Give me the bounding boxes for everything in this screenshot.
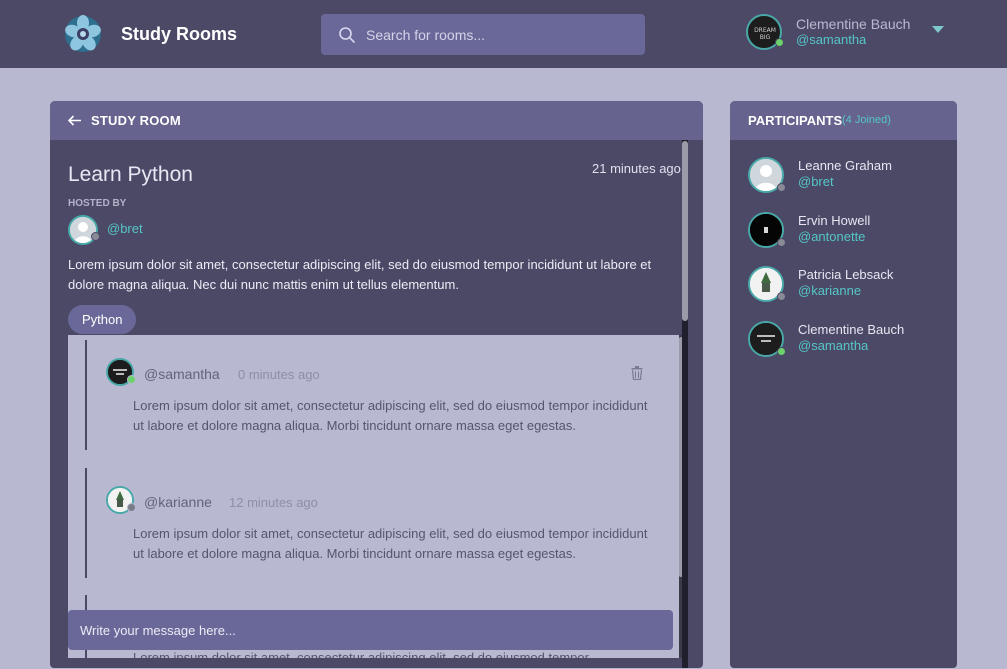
hosted-by-label: HOSTED BY bbox=[68, 198, 127, 209]
participants-panel: PARTICIPANTS (4 Joined) Leanne Graham @b… bbox=[730, 101, 957, 668]
participant-item[interactable]: Patricia Lebsack @karianne bbox=[748, 266, 948, 306]
top-navbar: Study Rooms DREAMBIG Clementine Bauch @s… bbox=[0, 0, 1007, 68]
participant-item[interactable]: Ervin Howell @antonette bbox=[748, 212, 948, 252]
room-panel: STUDY ROOM Learn Python 21 minutes ago H… bbox=[50, 101, 703, 668]
room-header: STUDY ROOM bbox=[50, 101, 703, 140]
room-timestamp: 21 minutes ago bbox=[592, 161, 681, 176]
topic-tag[interactable]: Python bbox=[68, 305, 137, 334]
search-icon bbox=[339, 27, 355, 43]
brand-name[interactable]: Study Rooms bbox=[121, 24, 237, 45]
online-status-icon bbox=[775, 38, 784, 47]
search-input[interactable] bbox=[366, 14, 636, 55]
message-input[interactable] bbox=[68, 610, 673, 650]
message-body: Lorem ipsum dolor sit amet, consectetur … bbox=[133, 526, 648, 561]
message-handle[interactable]: @samantha bbox=[144, 366, 220, 382]
participants-header: PARTICIPANTS (4 Joined) bbox=[730, 101, 957, 140]
room-header-label: STUDY ROOM bbox=[91, 113, 181, 128]
offline-status-icon bbox=[127, 503, 136, 512]
offline-status-icon bbox=[91, 232, 100, 241]
message-body: Lorem ipsum dolor sit amet, consectetur … bbox=[133, 398, 648, 433]
participant-handle[interactable]: @bret bbox=[798, 174, 834, 189]
user-name[interactable]: Clementine Bauch bbox=[796, 16, 910, 32]
user-handle[interactable]: @samantha bbox=[796, 32, 866, 47]
participants-title: PARTICIPANTS bbox=[748, 113, 843, 128]
participant-handle[interactable]: @karianne bbox=[798, 283, 861, 298]
trash-icon[interactable] bbox=[631, 366, 643, 380]
participant-name: Clementine Bauch bbox=[798, 322, 905, 337]
online-status-icon bbox=[127, 375, 136, 384]
participant-handle[interactable]: @samantha bbox=[798, 338, 868, 353]
participant-name: Patricia Lebsack bbox=[798, 267, 894, 282]
message-handle[interactable]: @karianne bbox=[144, 494, 212, 510]
search-bar[interactable] bbox=[321, 14, 645, 55]
back-arrow-icon[interactable] bbox=[67, 113, 82, 128]
participant-item[interactable]: Clementine Bauch @samantha bbox=[748, 321, 948, 361]
host-handle[interactable]: @bret bbox=[107, 221, 143, 236]
message-item: @karianne 12 minutes ago Lorem ipsum dol… bbox=[85, 468, 665, 578]
participant-name: Ervin Howell bbox=[798, 213, 871, 228]
participant-handle[interactable]: @antonette bbox=[798, 229, 865, 244]
room-scrollbar-thumb[interactable] bbox=[682, 141, 688, 321]
participant-name: Leanne Graham bbox=[798, 158, 892, 173]
room-description: Lorem ipsum dolor sit amet, consectetur … bbox=[68, 257, 652, 292]
chevron-down-icon[interactable] bbox=[932, 26, 944, 33]
message-item: @samantha 0 minutes ago Lorem ipsum dolo… bbox=[85, 340, 665, 450]
room-title: Learn Python bbox=[68, 163, 193, 186]
participants-count: (4 Joined) bbox=[842, 114, 891, 126]
message-time: 0 minutes ago bbox=[238, 367, 320, 382]
offline-status-icon bbox=[777, 183, 786, 192]
offline-status-icon bbox=[777, 238, 786, 247]
message-time: 12 minutes ago bbox=[229, 495, 318, 510]
logo-icon[interactable] bbox=[62, 13, 104, 55]
online-status-icon bbox=[777, 347, 786, 356]
avatar-text: DREAM BIG bbox=[754, 27, 776, 41]
offline-status-icon bbox=[777, 292, 786, 301]
participant-item[interactable]: Leanne Graham @bret bbox=[748, 157, 948, 197]
